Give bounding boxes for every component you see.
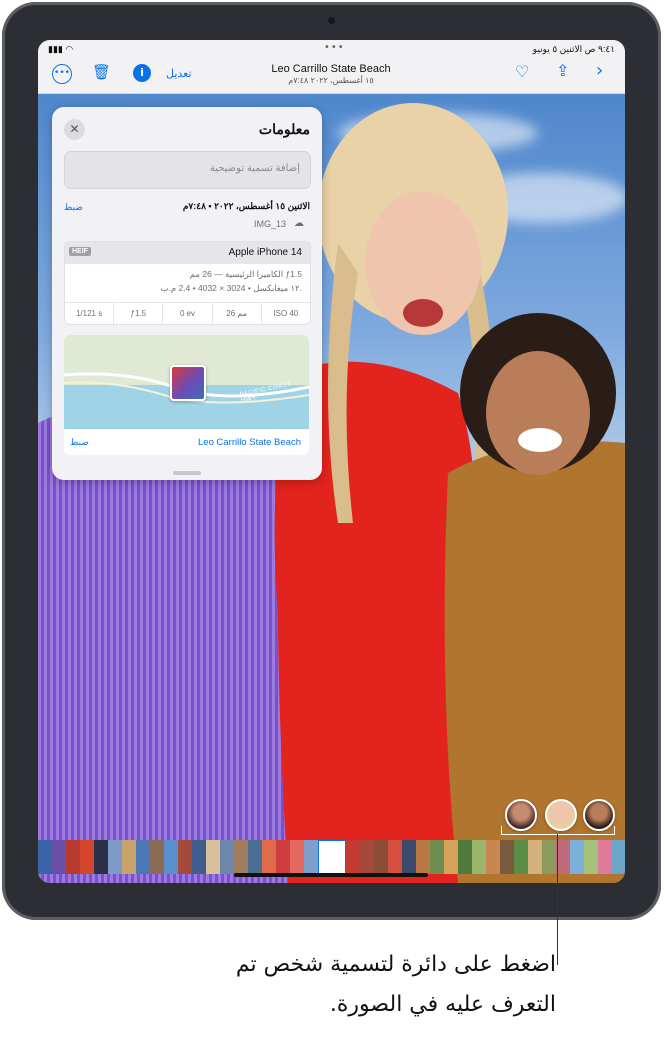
- panel-grabber[interactable]: [173, 471, 201, 475]
- photo-datetime: الاثنين ١٥ أغسطس، ٢٠٢٢ • ٧:٤٨م: [182, 201, 310, 211]
- thumbnail[interactable]: [108, 840, 122, 874]
- thumbnail[interactable]: [458, 840, 472, 874]
- resolution-info: ١٢ ميغابكسل • 3024 × 4032 • 2.4 م.ب.: [160, 283, 302, 293]
- caption-placeholder: إضافة تسمية توضيحية: [209, 163, 300, 174]
- callout-text: اضغط على دائرة لتسمية شخص تم التعرف عليه…: [235, 952, 556, 1017]
- trash-icon[interactable]: 🗑: [92, 63, 111, 81]
- share-icon[interactable]: ⇪: [556, 61, 569, 80]
- close-icon[interactable]: ✕: [64, 119, 85, 140]
- front-camera: [328, 17, 335, 24]
- thumbnail[interactable]: [612, 840, 625, 874]
- spec-focal-length: 26 مم: [213, 303, 262, 324]
- thumbnail[interactable]: [430, 840, 444, 874]
- place-name[interactable]: Leo Carrillo State Beach: [198, 437, 301, 448]
- thumbnail[interactable]: [360, 840, 374, 874]
- map-photo-pin[interactable]: [170, 365, 206, 401]
- thumbnail[interactable]: [276, 840, 290, 874]
- thumbnail[interactable]: [262, 840, 276, 874]
- callout-line: [557, 834, 558, 965]
- thumbnail[interactable]: [234, 840, 248, 874]
- nav-title: Leo Carrillo State Beach: [271, 63, 391, 75]
- thumbnail-filmstrip[interactable]: [38, 840, 625, 874]
- chevron-right-icon[interactable]: ›: [596, 60, 603, 81]
- thumbnail[interactable]: [290, 840, 304, 874]
- thumbnail-current[interactable]: [318, 840, 346, 874]
- thumbnail[interactable]: [416, 840, 430, 874]
- caption-field[interactable]: إضافة تسمية توضيحية: [64, 151, 311, 189]
- info-panel-title: معلومات: [258, 121, 310, 137]
- device-model: Apple iPhone 14: [228, 247, 302, 258]
- home-indicator: [234, 873, 428, 877]
- nav-bar: ٩:٤١ ص الاثنين ٥ يونيو ▮▮▮ ◠ ••• ••• 🗑 i…: [38, 40, 625, 94]
- thumbnail[interactable]: [304, 840, 318, 874]
- thumbnail[interactable]: [472, 840, 486, 874]
- thumbnail[interactable]: [402, 840, 416, 874]
- spec-shutter: 1/121 s: [65, 303, 115, 324]
- adjust-location-button[interactable]: ضبط: [70, 437, 89, 448]
- thumbnail[interactable]: [374, 840, 388, 874]
- info-panel: معلومات ✕ إضافة تسمية توضيحية الاثنين ١٥…: [52, 107, 322, 480]
- thumbnail[interactable]: [178, 840, 192, 874]
- heart-icon[interactable]: ♡: [515, 62, 529, 81]
- thumbnail[interactable]: [136, 840, 150, 874]
- thumbnail[interactable]: [150, 840, 164, 874]
- thumbnail[interactable]: [570, 840, 584, 874]
- thumbnail[interactable]: [346, 840, 360, 874]
- file-name: IMG_13: [253, 219, 286, 229]
- thumbnail[interactable]: [486, 840, 500, 874]
- more-icon[interactable]: •••: [52, 64, 72, 84]
- thumbnail[interactable]: [38, 840, 52, 874]
- location-map[interactable]: PACIFIC COAST HWY: [64, 335, 309, 429]
- thumbnail[interactable]: [66, 840, 80, 874]
- edit-button[interactable]: تعديل: [166, 67, 192, 80]
- format-badge: HEIF: [69, 247, 91, 256]
- exif-specs: 1/121 s ƒ1.5 0 ev 26 مم ISO 40: [65, 302, 310, 324]
- thumbnail[interactable]: [164, 840, 178, 874]
- thumbnail[interactable]: [598, 840, 612, 874]
- info-icon[interactable]: i: [133, 64, 151, 82]
- status-time-date: ٩:٤١ ص الاثنين ٥ يونيو: [532, 44, 615, 54]
- spec-exposure: 0 ev: [163, 303, 213, 324]
- nav-subtitle: ١٥ أغسطس، ٢٠٢٢ ٧:٤٨م: [288, 76, 374, 85]
- thumbnail[interactable]: [388, 840, 402, 874]
- thumbnail[interactable]: [556, 840, 570, 874]
- multitask-dots[interactable]: •••: [324, 42, 345, 53]
- exif-card-header: HEIF Apple iPhone 14: [65, 242, 310, 264]
- thumbnail[interactable]: [542, 840, 556, 874]
- thumbnail[interactable]: [444, 840, 458, 874]
- callout-bracket: [501, 826, 615, 835]
- cloud-icon: ☁: [294, 218, 304, 229]
- thumbnail[interactable]: [514, 840, 528, 874]
- thumbnail[interactable]: [192, 840, 206, 874]
- thumbnail[interactable]: [248, 840, 262, 874]
- spec-iso: ISO 40: [273, 309, 299, 318]
- status-icons: ▮▮▮ ◠: [48, 44, 74, 54]
- photos-screen: ٩:٤١ ص الاثنين ٥ يونيو ▮▮▮ ◠ ••• ••• 🗑 i…: [38, 40, 625, 883]
- thumbnail[interactable]: [80, 840, 94, 874]
- thumbnail[interactable]: [122, 840, 136, 874]
- exif-card: HEIF Apple iPhone 14 الكاميرا الرئيسية —…: [64, 241, 311, 325]
- thumbnail[interactable]: [220, 840, 234, 874]
- thumbnail[interactable]: [528, 840, 542, 874]
- location-footer: Leo Carrillo State Beach ضبط: [64, 429, 309, 455]
- thumbnail[interactable]: [206, 840, 220, 874]
- adjust-datetime-button[interactable]: ضبط: [64, 202, 83, 213]
- thumbnail[interactable]: [52, 840, 66, 874]
- thumbnail[interactable]: [584, 840, 598, 874]
- lens-info: الكاميرا الرئيسية — 26 مم ƒ1.5: [189, 269, 302, 279]
- spec-aperture: ƒ1.5: [114, 303, 164, 324]
- thumbnail[interactable]: [94, 840, 108, 874]
- thumbnail[interactable]: [500, 840, 514, 874]
